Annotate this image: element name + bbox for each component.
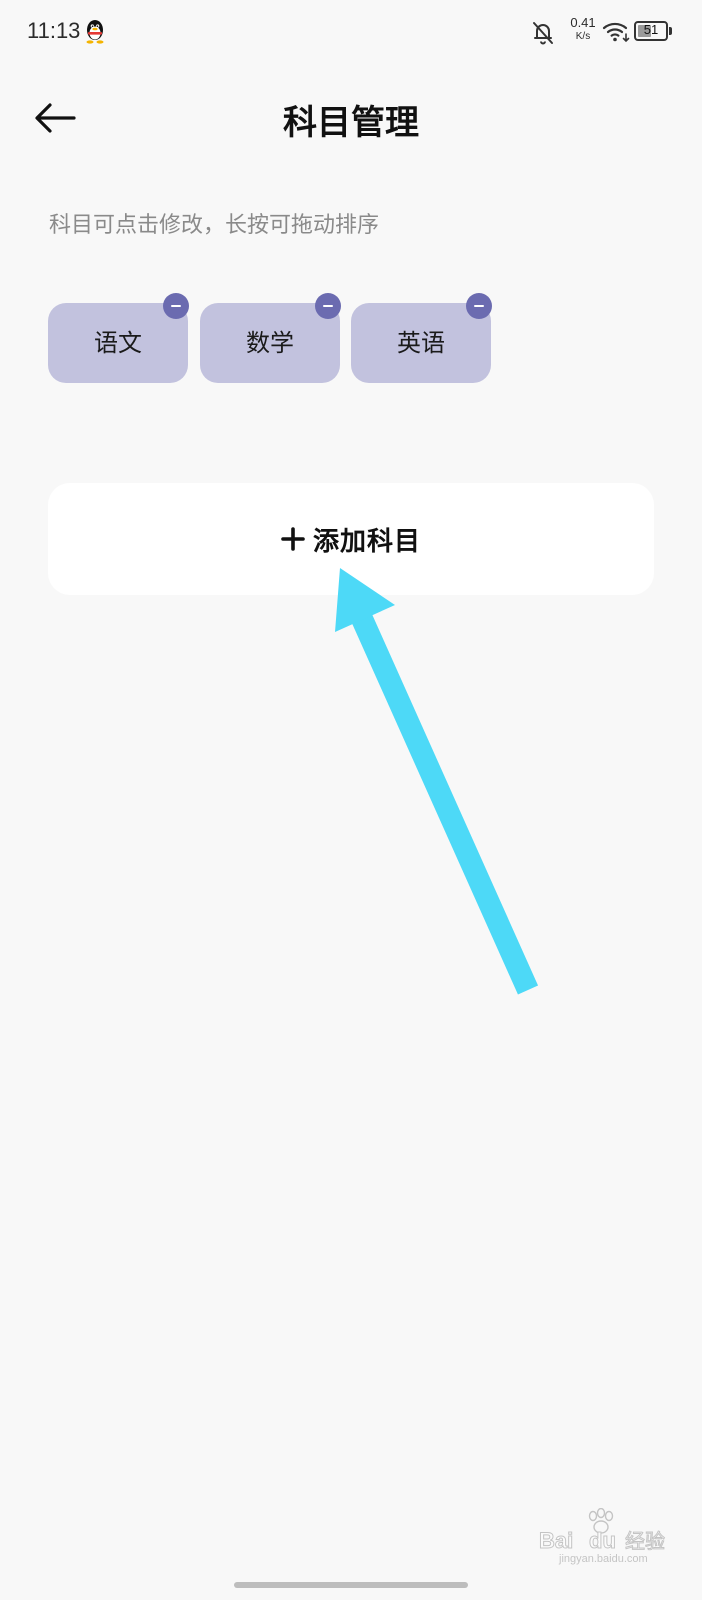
svg-text:经验: 经验 — [625, 1529, 665, 1553]
bell-off-icon — [533, 22, 553, 45]
svg-text:jingyan.baidu.com: jingyan.baidu.com — [558, 1553, 648, 1565]
add-subject-label: 添加科目 — [312, 526, 421, 557]
network-speed: 0.41 K/s — [566, 16, 600, 42]
plus-icon — [281, 527, 305, 551]
subject-chip[interactable]: 英语 — [351, 293, 492, 383]
remove-subject-button[interactable] — [466, 293, 492, 319]
network-speed-unit: K/s — [575, 31, 591, 42]
hint-text: 科目可点击修改，长按可拖动排序 — [49, 213, 380, 238]
subject-chip[interactable]: 数学 — [200, 293, 341, 383]
battery-level: 51 — [643, 22, 659, 37]
qq-icon — [86, 20, 104, 44]
remove-subject-button[interactable] — [163, 293, 189, 319]
network-speed-value: 0.41 — [570, 15, 596, 30]
annotation-arrow-shaft — [348, 607, 539, 995]
status-bar: 11:13 0.41 K/s 51 — [0, 0, 702, 64]
home-indicator[interactable] — [234, 1582, 468, 1588]
add-subject-content: 添加科目 — [48, 483, 654, 595]
subject-chip[interactable]: 语文 — [48, 293, 189, 383]
subject-management-screen: 11:13 0.41 K/s 51 科目管理 科目可点击修改，长按可拖动排序 语… — [0, 0, 702, 1600]
battery-tip — [669, 27, 672, 35]
remove-subject-button[interactable] — [315, 293, 341, 319]
svg-text:du: du — [589, 1528, 616, 1553]
wifi-icon — [602, 22, 630, 43]
annotation-arrow — [335, 568, 539, 995]
battery-icon: 51 — [634, 21, 672, 41]
page-title: 科目管理 — [283, 103, 419, 143]
status-time: 11:13 — [27, 18, 81, 43]
svg-text:Bai: Bai — [539, 1528, 573, 1553]
baidu-jingyan-watermark: Bai du 经验 jingyan.baidu.com — [539, 1508, 666, 1565]
add-subject-button[interactable]: 添加科目 — [48, 483, 654, 595]
